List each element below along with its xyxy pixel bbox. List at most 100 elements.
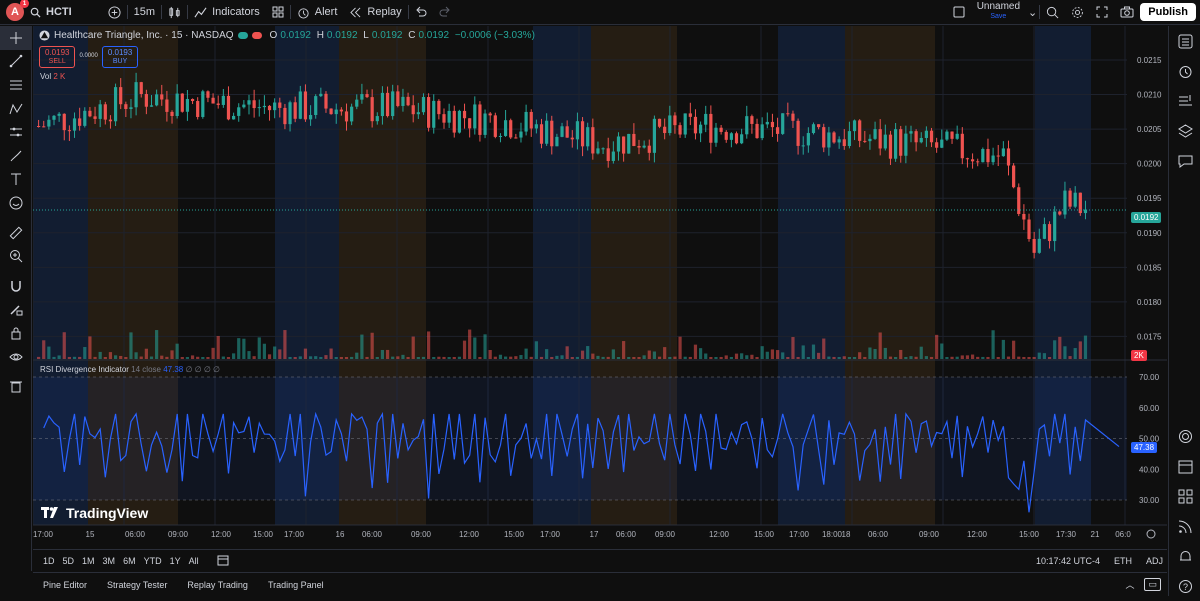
settings-button[interactable] <box>1065 0 1090 25</box>
candle-body <box>914 131 918 143</box>
text-tool[interactable] <box>0 168 32 192</box>
candle-body <box>806 133 810 146</box>
candle-body <box>206 91 210 98</box>
trend-line-tool[interactable] <box>0 50 32 74</box>
remove-drawings-tool[interactable] <box>0 374 32 398</box>
range-1m[interactable]: 1M <box>78 556 99 566</box>
price-axis-label: 0.0180 <box>1137 298 1162 307</box>
tab-replay-trading[interactable]: Replay Trading <box>177 580 258 590</box>
volume-bar <box>863 356 867 359</box>
hide-drawings-tool[interactable] <box>0 345 32 369</box>
candle-body <box>970 159 975 162</box>
replay-button[interactable]: Replay <box>343 0 407 25</box>
magnet-tool[interactable] <box>0 274 32 298</box>
session-button[interactable]: ETH <box>1110 556 1136 566</box>
volume-bar <box>232 353 236 359</box>
range-3m[interactable]: 3M <box>99 556 120 566</box>
volume-bar <box>47 346 51 359</box>
help-button[interactable]: ? <box>1169 571 1200 601</box>
volume-bar <box>190 355 195 359</box>
fib-tool[interactable] <box>0 73 32 97</box>
snapshot-button[interactable] <box>1114 0 1140 25</box>
publish-button[interactable]: Publish <box>1140 3 1196 21</box>
streams-button[interactable] <box>1169 511 1200 541</box>
layers-button[interactable] <box>1169 116 1200 146</box>
volume-bar <box>981 356 985 359</box>
tab-pine-editor[interactable]: Pine Editor <box>33 580 97 590</box>
templates-button[interactable] <box>266 0 290 25</box>
chart-area[interactable]: 0.0215 0.0210 0.0205 0.0200 0.0195 0.0190 0.01… <box>32 26 1167 549</box>
pattern-tool[interactable] <box>0 97 32 121</box>
volume-bar <box>155 330 159 359</box>
time-axis-label: 09:00 <box>655 530 676 539</box>
indicators-button[interactable]: Indicators <box>188 0 266 25</box>
candle-body <box>786 113 790 115</box>
range-1y[interactable]: 1Y <box>166 556 185 566</box>
tab-trading-panel[interactable]: Trading Panel <box>258 580 334 590</box>
user-avatar[interactable]: A1 <box>6 0 29 21</box>
goto-date-button[interactable] <box>213 554 233 568</box>
volume-bar <box>1068 356 1072 359</box>
sell-button[interactable]: 0.0193 SELL <box>39 46 76 68</box>
alert-button[interactable]: Alert <box>291 0 344 25</box>
candle-body <box>473 104 477 129</box>
chevron-down-icon[interactable]: ⌄ <box>1026 0 1039 25</box>
data-window-button[interactable] <box>1169 86 1200 116</box>
compare-symbol-button[interactable] <box>102 0 127 25</box>
chart-type-button[interactable] <box>162 0 187 25</box>
volume-bar <box>796 356 800 359</box>
range-5d[interactable]: 5D <box>59 556 79 566</box>
price-axis-label: 0.0200 <box>1137 160 1162 169</box>
layout-checkbox[interactable] <box>947 0 971 25</box>
eye-toggle[interactable] <box>237 32 248 39</box>
lock-all-tool[interactable] <box>0 321 32 345</box>
quick-search-button[interactable] <box>1040 0 1065 25</box>
watchlist-button[interactable] <box>1169 26 1200 56</box>
search-icon <box>30 7 41 18</box>
chat-button[interactable] <box>1169 146 1200 176</box>
symbol-title[interactable]: Healthcare Triangle, Inc. · 15 · NASDAQ <box>54 30 234 41</box>
emoji-tool[interactable] <box>0 191 32 215</box>
ideas-button[interactable] <box>1169 421 1200 451</box>
ruler-tool[interactable] <box>0 221 32 245</box>
lock-drawing-tool[interactable] <box>0 298 32 322</box>
tab-strategy-tester[interactable]: Strategy Tester <box>97 580 177 590</box>
volume-bar <box>852 356 857 359</box>
volume-bar <box>401 354 405 359</box>
fullscreen-button[interactable] <box>1090 0 1114 25</box>
chart-canvas[interactable]: 0.0215 0.0210 0.0205 0.0200 0.0195 0.0190 0.01… <box>32 26 1167 549</box>
volume-bar <box>421 356 426 359</box>
maximize-panel-button[interactable]: ︿ <box>1115 578 1144 591</box>
range-all[interactable]: All <box>185 556 203 566</box>
redo-button[interactable] <box>433 0 457 25</box>
brush-tool[interactable] <box>0 144 32 168</box>
hotlist-button[interactable] <box>1169 481 1200 511</box>
buy-button[interactable]: 0.0193 BUY <box>101 46 139 68</box>
symbol-search-button[interactable]: HCTI <box>24 0 78 25</box>
buy-sell-panel: 0.0193 SELL 0.0000 0.0193 BUY <box>39 46 139 68</box>
adjust-button[interactable]: ADJ <box>1142 556 1167 566</box>
alerts-button[interactable] <box>1169 56 1200 86</box>
undo-button[interactable] <box>409 0 433 25</box>
close-panel-button[interactable]: ▭ <box>1144 578 1161 591</box>
calendar-button[interactable] <box>1169 451 1200 481</box>
volume-bar <box>929 356 934 359</box>
interval-button[interactable]: 15m <box>128 0 161 25</box>
visibility-toggle[interactable] <box>251 32 262 39</box>
range-ytd[interactable]: YTD <box>140 556 166 566</box>
candle-body <box>698 124 703 134</box>
zoom-tool[interactable] <box>0 244 32 268</box>
volume-bar <box>139 356 143 359</box>
layout-menu[interactable]: Unnamed Save <box>971 0 1026 25</box>
volume-bar <box>103 356 107 359</box>
candle-body <box>1068 190 1072 207</box>
range-6m[interactable]: 6M <box>119 556 140 566</box>
axis-settings-icon[interactable] <box>1146 529 1156 539</box>
crosshair-tool[interactable] <box>0 26 32 50</box>
prediction-tool[interactable] <box>0 120 32 144</box>
range-1d[interactable]: 1D <box>39 556 59 566</box>
notifications-button[interactable] <box>1169 541 1200 571</box>
symbol-logo-icon <box>39 30 50 41</box>
candle-body <box>67 130 71 132</box>
clock[interactable]: 10:17:42 UTC-4 <box>1032 556 1104 566</box>
